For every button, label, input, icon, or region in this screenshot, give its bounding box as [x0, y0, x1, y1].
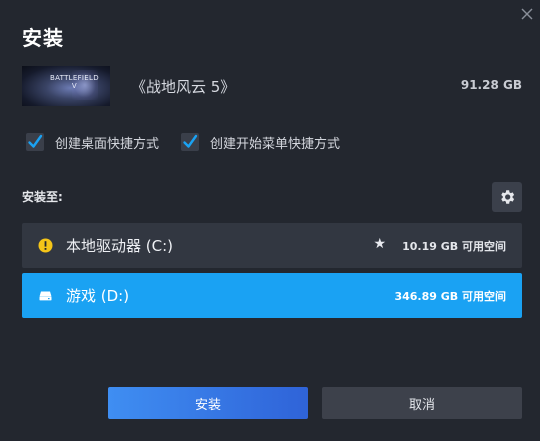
drive-option-c[interactable]: 本地驱动器 (C:) ★ 10.19 GB 可用空间: [22, 223, 522, 268]
checkmark-icon: [28, 134, 43, 148]
location-settings-button[interactable]: [492, 182, 522, 212]
cover-title-text: BATTLEFIELD: [50, 74, 99, 82]
game-info: BATTLEFIELD V 《战地风云 5》 91.28 GB: [22, 66, 522, 106]
start-menu-shortcut-checkbox[interactable]: [181, 133, 199, 151]
desktop-shortcut-checkbox[interactable]: [26, 133, 44, 151]
desktop-shortcut-option[interactable]: 创建桌面快捷方式: [26, 132, 159, 152]
star-icon: ★: [373, 236, 386, 252]
start-menu-shortcut-label[interactable]: 创建开始菜单快捷方式: [210, 133, 340, 152]
drive-option-d[interactable]: 游戏 (D:) 346.89 GB 可用空间: [22, 273, 522, 318]
dialog-title: 安装: [22, 26, 64, 50]
install-button[interactable]: 安装: [108, 387, 308, 419]
start-menu-shortcut-option[interactable]: 创建开始菜单快捷方式: [181, 132, 340, 152]
drive-free-space: 10.19 GB 可用空间: [402, 240, 506, 253]
install-dialog: 安装 BATTLEFIELD V 《战地风云 5》 91.28 GB 创建桌面快…: [0, 0, 540, 441]
game-name: 《战地风云 5》: [131, 78, 236, 96]
game-cover-image: BATTLEFIELD V: [22, 66, 110, 106]
cover-numeral-text: V: [71, 82, 77, 90]
drive-icon: [38, 288, 53, 303]
checkmark-icon: [183, 134, 198, 148]
drive-free-space: 346.89 GB 可用空间: [394, 290, 506, 303]
cancel-button[interactable]: 取消: [322, 387, 522, 419]
desktop-shortcut-label[interactable]: 创建桌面快捷方式: [55, 133, 159, 152]
close-icon[interactable]: [520, 6, 534, 20]
warning-icon: [38, 238, 53, 253]
game-size: 91.28 GB: [460, 78, 522, 92]
gear-icon: [501, 190, 515, 204]
install-location-label: 安装至:: [22, 190, 63, 204]
drive-name: 本地驱动器 (C:): [66, 237, 174, 255]
drive-name: 游戏 (D:): [66, 287, 130, 305]
